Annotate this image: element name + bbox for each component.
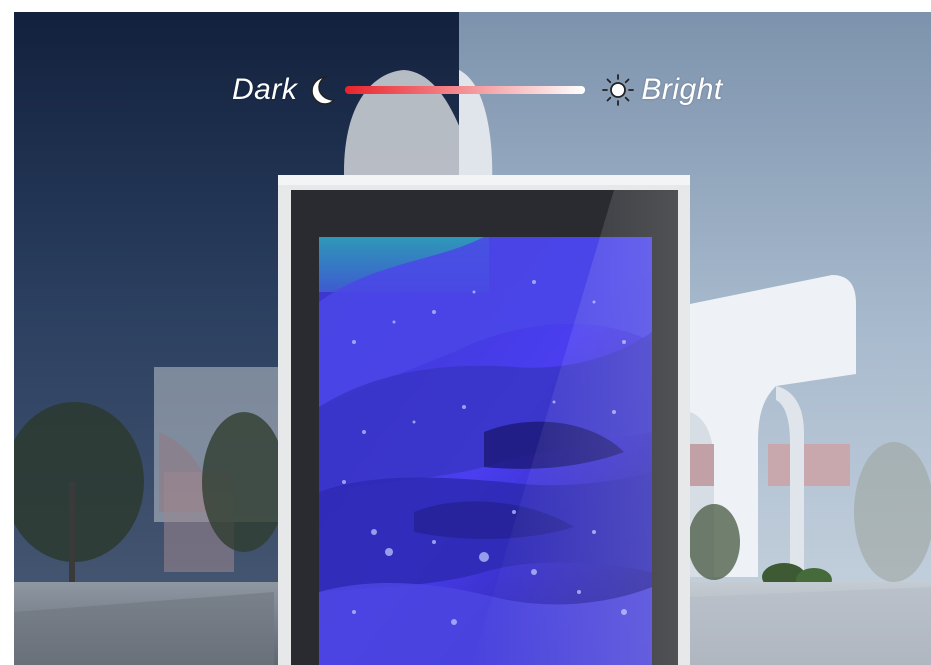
brightness-indicator: Dark Bright [232,68,762,112]
moon-icon [311,75,337,105]
product-hero-image: Dark Bright [0,0,931,665]
brightness-track [345,86,586,94]
dark-label: Dark [232,73,298,106]
bright-label: Bright [641,73,723,106]
brightness-fill [345,86,586,94]
sun-icon [602,74,635,106]
display-device [278,175,690,665]
